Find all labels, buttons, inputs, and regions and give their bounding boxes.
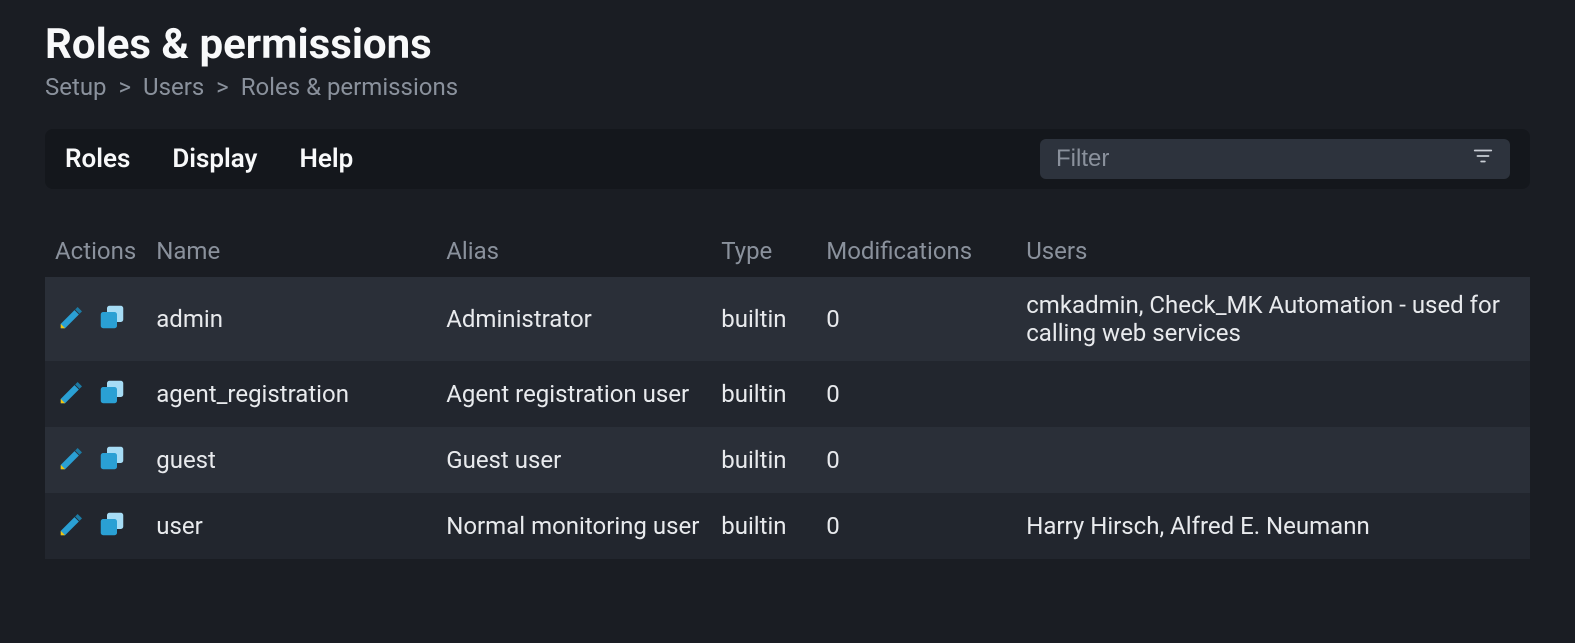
toolbar: Roles Display Help [45, 129, 1530, 189]
column-header-modifications: Modifications [816, 225, 1016, 277]
column-header-name: Name [146, 225, 436, 277]
filter-input[interactable] [1056, 145, 1472, 173]
clone-icon[interactable] [95, 441, 129, 475]
cell-type: builtin [711, 427, 816, 493]
cell-users: cmkadmin, Check_MK Automation - used for… [1016, 277, 1530, 361]
breadcrumb-item[interactable]: Setup [45, 73, 107, 101]
breadcrumb-item: Roles & permissions [241, 73, 458, 101]
cell-type: builtin [711, 277, 816, 361]
clone-icon[interactable] [95, 300, 129, 334]
column-header-users: Users [1016, 225, 1530, 277]
cell-modifications: 0 [816, 361, 1016, 427]
cell-alias: Guest user [436, 427, 711, 493]
table-row: guestGuest userbuiltin0 [45, 427, 1530, 493]
column-header-actions: Actions [45, 225, 146, 277]
cell-users [1016, 427, 1530, 493]
clone-icon[interactable] [95, 507, 129, 541]
column-header-type: Type [711, 225, 816, 277]
table-row: agent_registrationAgent registration use… [45, 361, 1530, 427]
breadcrumb-item[interactable]: Users [143, 73, 204, 101]
edit-icon[interactable] [55, 375, 89, 409]
edit-icon[interactable] [55, 441, 89, 475]
column-header-alias: Alias [436, 225, 711, 277]
cell-modifications: 0 [816, 427, 1016, 493]
filter-icon[interactable] [1472, 145, 1494, 173]
menu-help[interactable]: Help [299, 144, 353, 174]
edit-icon[interactable] [55, 507, 89, 541]
chevron-right-icon: > [119, 73, 132, 101]
cell-type: builtin [711, 493, 816, 559]
cell-modifications: 0 [816, 277, 1016, 361]
cell-name: guest [146, 427, 436, 493]
roles-table: Actions Name Alias Type Modifications Us… [45, 225, 1530, 559]
cell-type: builtin [711, 361, 816, 427]
breadcrumb: Setup > Users > Roles & permissions [45, 73, 1530, 101]
cell-name: agent_registration [146, 361, 436, 427]
cell-modifications: 0 [816, 493, 1016, 559]
table-row: userNormal monitoring userbuiltin0Harry … [45, 493, 1530, 559]
page-title: Roles & permissions [45, 20, 1530, 69]
cell-users [1016, 361, 1530, 427]
cell-alias: Administrator [436, 277, 711, 361]
menu-roles[interactable]: Roles [65, 144, 130, 174]
edit-icon[interactable] [55, 300, 89, 334]
menu-display[interactable]: Display [172, 144, 257, 174]
actions-cell [45, 493, 146, 559]
cell-alias: Agent registration user [436, 361, 711, 427]
cell-alias: Normal monitoring user [436, 493, 711, 559]
filter-field [1040, 139, 1510, 179]
chevron-right-icon: > [216, 73, 229, 101]
cell-users: Harry Hirsch, Alfred E. Neumann [1016, 493, 1530, 559]
actions-cell [45, 361, 146, 427]
actions-cell [45, 277, 146, 361]
clone-icon[interactable] [95, 375, 129, 409]
cell-name: user [146, 493, 436, 559]
table-row: adminAdministratorbuiltin0cmkadmin, Chec… [45, 277, 1530, 361]
cell-name: admin [146, 277, 436, 361]
actions-cell [45, 427, 146, 493]
